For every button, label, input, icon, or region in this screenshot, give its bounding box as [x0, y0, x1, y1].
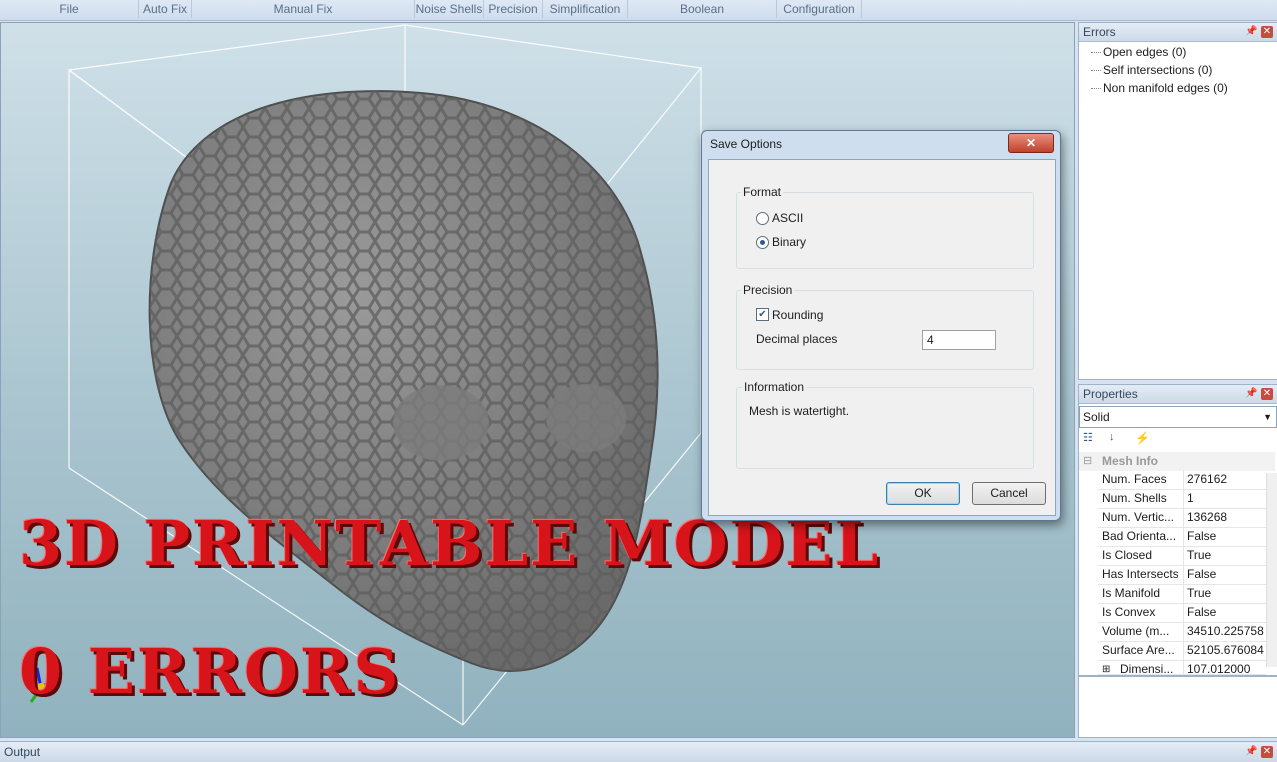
ribbon-group-boolean[interactable]: Boolean	[628, 0, 777, 18]
ribbon-group-configuration[interactable]: Configuration	[777, 0, 862, 18]
ribbon-group-precision[interactable]: Precision	[484, 0, 543, 18]
ascii-radio[interactable]	[756, 212, 769, 225]
property-value: False	[1183, 527, 1267, 546]
property-name: Num. Faces	[1102, 472, 1167, 486]
pin-icon[interactable]: 📌	[1245, 26, 1257, 38]
ribbon-group-auto-fix[interactable]: Auto Fix	[139, 0, 192, 18]
property-value: False	[1183, 565, 1267, 584]
object-selector-value: Solid	[1083, 410, 1110, 424]
property-name: Is Manifold	[1102, 586, 1161, 600]
skull-mesh	[148, 90, 659, 672]
property-value: False	[1183, 603, 1267, 622]
chevron-down-icon: ▼	[1263, 412, 1272, 422]
tree-connector	[1091, 70, 1101, 71]
format-group-label: Format	[741, 185, 784, 199]
property-row[interactable]: Volume (m... 34510.225758	[1098, 622, 1266, 642]
save-options-dialog: Save Options ✕ Format ASCII Binary Preci…	[701, 130, 1061, 521]
property-value: True	[1183, 584, 1267, 603]
format-group	[736, 192, 1034, 269]
ribbon-group-noise-shells[interactable]: Noise Shells	[415, 0, 484, 18]
errors-pane-header: Errors 📌 ✕	[1079, 23, 1277, 42]
properties-pane-title: Properties	[1083, 387, 1138, 401]
property-value: 107.012000	[1183, 660, 1266, 674]
rounding-checkbox[interactable]: ✔	[756, 308, 769, 321]
property-row[interactable]: Is Convex False	[1098, 603, 1266, 623]
property-name: Surface Are...	[1102, 643, 1175, 657]
overlay-errors: 0 ERRORS	[19, 635, 401, 708]
ascii-label[interactable]: ASCII	[772, 211, 803, 225]
rounding-label[interactable]: Rounding	[772, 308, 823, 322]
errors-pane-title: Errors	[1083, 25, 1116, 39]
property-value: 1	[1183, 489, 1267, 508]
dialog-body: Format ASCII Binary Precision ✔ Rounding…	[708, 159, 1056, 516]
property-name: Bad Orienta...	[1102, 529, 1177, 543]
property-row-dimensions[interactable]: ⊞ Dimensi... 107.012000	[1098, 660, 1266, 675]
property-row[interactable]: Is Closed True	[1098, 546, 1266, 566]
property-row[interactable]: Is Manifold True	[1098, 584, 1266, 604]
error-item-non-manifold-edges[interactable]: Non manifold edges (0)	[1103, 79, 1228, 97]
error-item-self-intersections[interactable]: Self intersections (0)	[1103, 61, 1212, 79]
close-icon[interactable]: ✕	[1261, 388, 1273, 400]
cancel-button[interactable]: Cancel	[972, 482, 1046, 505]
property-name: Is Convex	[1102, 605, 1156, 619]
categorized-icon[interactable]: ☷	[1083, 431, 1101, 447]
tree-connector	[1091, 52, 1101, 53]
category-mesh-info[interactable]: ⊟ Mesh Info	[1079, 452, 1275, 471]
property-value: 52105.676084	[1183, 641, 1267, 660]
binary-label[interactable]: Binary	[772, 235, 806, 249]
expand-icon[interactable]: ⊞	[1102, 660, 1110, 674]
precision-group-label: Precision	[741, 283, 795, 297]
sort-alpha-icon[interactable]: ↓	[1109, 431, 1127, 447]
ribbon-group-file[interactable]: File	[0, 0, 139, 18]
property-row[interactable]: Surface Are... 52105.676084	[1098, 641, 1266, 661]
ribbon-group-simplification[interactable]: Simplification	[543, 0, 628, 18]
output-title: Output	[4, 745, 41, 759]
property-name: Dimensi...	[1120, 662, 1174, 675]
property-value: 34510.225758	[1183, 622, 1267, 641]
close-icon[interactable]: ✕	[1261, 26, 1273, 38]
ribbon-group-manual-fix[interactable]: Manual Fix	[192, 0, 415, 18]
error-item-open-edges[interactable]: Open edges (0)	[1103, 43, 1186, 61]
tree-connector	[1091, 88, 1101, 89]
property-name: Has Intersects	[1102, 567, 1178, 581]
property-row[interactable]: Num. Shells 1	[1098, 489, 1266, 509]
dialog-close-button[interactable]: ✕	[1008, 133, 1054, 153]
property-value: 136268	[1183, 508, 1267, 527]
ok-button[interactable]: OK	[886, 482, 960, 505]
property-value: True	[1183, 546, 1267, 565]
properties-pane-header: Properties 📌 ✕	[1079, 385, 1277, 404]
category-label: Mesh Info	[1102, 454, 1158, 468]
property-name: Num. Vertic...	[1102, 510, 1175, 524]
decimal-places-input[interactable]: 4	[922, 330, 996, 350]
information-group	[736, 387, 1034, 469]
close-icon[interactable]: ✕	[1261, 746, 1273, 758]
binary-radio[interactable]	[756, 236, 769, 249]
collapse-icon[interactable]: ⊟	[1083, 452, 1092, 471]
information-group-label: Information	[742, 380, 807, 394]
property-row[interactable]: Bad Orienta... False	[1098, 527, 1266, 547]
property-row[interactable]: Num. Faces 276162	[1098, 470, 1266, 490]
description-pane	[1078, 676, 1277, 738]
property-row[interactable]: Num. Vertic... 136268	[1098, 508, 1266, 528]
property-row[interactable]: Has Intersects False	[1098, 565, 1266, 585]
output-bar: Output 📌 ✕	[0, 741, 1277, 762]
ribbon: File Auto Fix Manual Fix Noise Shells Pr…	[0, 0, 1277, 21]
property-value: 276162	[1183, 470, 1267, 489]
dialog-title: Save Options	[710, 137, 783, 151]
pin-icon[interactable]: 📌	[1245, 388, 1257, 400]
property-name: Num. Shells	[1102, 491, 1167, 505]
events-lightning-icon[interactable]: ⚡	[1135, 431, 1153, 447]
object-selector[interactable]: Solid ▼	[1079, 406, 1277, 428]
decimal-places-label: Decimal places	[756, 332, 838, 346]
properties-scrollbar[interactable]	[1266, 473, 1277, 667]
property-name: Is Closed	[1102, 548, 1153, 562]
pin-icon[interactable]: 📌	[1245, 746, 1257, 758]
errors-pane: Errors 📌 ✕ Open edges (0) Self intersect…	[1078, 22, 1277, 380]
property-name: Volume (m...	[1102, 624, 1170, 638]
info-text: Mesh is watertight.	[749, 404, 850, 418]
